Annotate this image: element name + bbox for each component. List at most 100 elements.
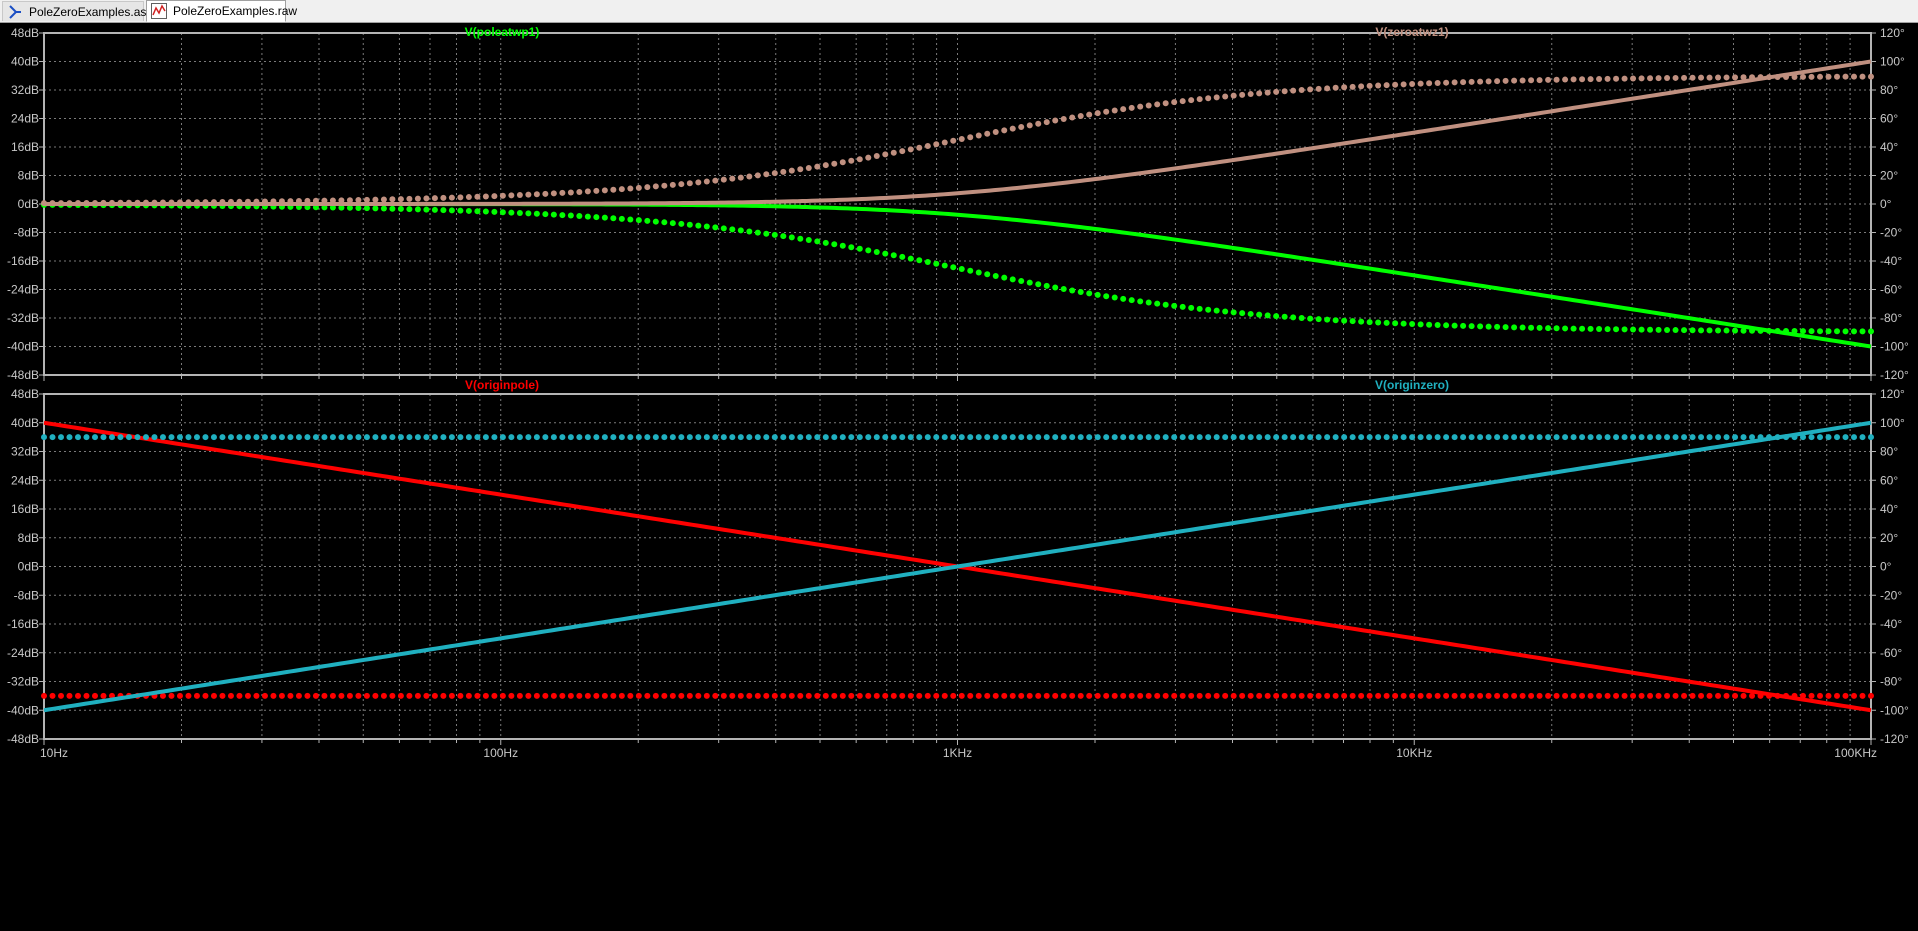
phase-point [193, 199, 200, 206]
phase-point [1230, 692, 1237, 699]
phase-point [1383, 319, 1390, 326]
phase-point [1043, 119, 1050, 126]
phase-point [1502, 324, 1509, 331]
phase-point [261, 198, 268, 205]
phase-point [236, 692, 243, 699]
phase-point [618, 215, 625, 222]
phase-point [601, 434, 608, 441]
phase-point [1094, 434, 1101, 441]
phase-point [780, 168, 787, 175]
phase-point [856, 156, 863, 163]
phase-point [1196, 434, 1203, 441]
trace-label: V(originzero) [1375, 378, 1449, 392]
phase-point [1196, 305, 1203, 312]
phase-point [856, 692, 863, 699]
phase-point [380, 434, 387, 441]
bode-plot-canvas[interactable]: 48dB 40dB 32dB 24dB 16dB 8dB 0dB -8dB -16dB -24dB… [0, 23, 1918, 931]
phase-point [1230, 92, 1237, 99]
phase-point [1638, 326, 1645, 333]
y2-tick-label: -120° [1880, 732, 1909, 746]
phase-point [1256, 434, 1263, 441]
phase-point [933, 434, 940, 441]
phase-point [1205, 434, 1212, 441]
phase-point [1375, 692, 1382, 699]
y-tick-label: 0dB [18, 560, 39, 574]
phase-point [1698, 327, 1705, 334]
phase-point [1842, 328, 1849, 335]
phase-point [984, 130, 991, 137]
y2-tick-label: 100° [1880, 55, 1905, 69]
phase-point [244, 198, 251, 205]
phase-point [236, 434, 243, 441]
phase-point [1307, 692, 1314, 699]
phase-point [797, 692, 804, 699]
phase-point [1171, 99, 1178, 106]
phase-point [1562, 325, 1569, 332]
phase-point [210, 434, 217, 441]
phase-point [754, 434, 761, 441]
phase-point [703, 434, 710, 441]
phase-point [1188, 304, 1195, 311]
phase-point [1111, 294, 1118, 301]
phase-point [975, 269, 982, 276]
phase-point [202, 434, 209, 441]
phase-point [593, 187, 600, 194]
phase-point [1834, 73, 1841, 80]
phase-point [754, 692, 761, 699]
phase-point [287, 198, 294, 205]
phase-point [771, 231, 778, 238]
phase-point [1018, 434, 1025, 441]
phase-point [686, 180, 693, 187]
phase-point [1434, 692, 1441, 699]
phase-point [882, 692, 889, 699]
tab-schematic[interactable]: PoleZeroExamples.asc [2, 1, 152, 21]
phase-point [1740, 74, 1747, 81]
phase-point [142, 434, 149, 441]
phase-point [1018, 123, 1025, 130]
phase-point [1808, 434, 1815, 441]
phase-point [601, 187, 608, 194]
phase-point [924, 692, 931, 699]
phase-point [1111, 107, 1118, 114]
phase-point [499, 209, 506, 216]
phase-point [1035, 434, 1042, 441]
phase-point [1613, 692, 1620, 699]
phase-point [74, 200, 81, 207]
phase-point [1426, 321, 1433, 328]
phase-point [1341, 692, 1348, 699]
phase-point [1086, 692, 1093, 699]
phase-point [1128, 692, 1135, 699]
phase-point [601, 692, 608, 699]
phase-point [1341, 317, 1348, 324]
phase-point [295, 198, 302, 205]
tab-waveform[interactable]: PoleZeroExamples.raw [146, 0, 297, 22]
phase-point [465, 692, 472, 699]
phase-point [1256, 90, 1263, 97]
phase-point [1851, 328, 1857, 335]
phase-point [678, 692, 685, 699]
phase-point [1749, 74, 1756, 81]
phase-point [1749, 434, 1756, 441]
phase-point [1443, 434, 1450, 441]
phase-point [1043, 434, 1050, 441]
phase-point [185, 434, 192, 441]
phase-point [83, 692, 90, 699]
phase-point [576, 213, 583, 220]
phase-point [440, 194, 447, 201]
y-tick-label: 24dB [11, 473, 39, 487]
phase-point [1375, 319, 1382, 326]
phase-point [916, 257, 923, 264]
phase-point [1664, 326, 1671, 333]
waveform-viewer[interactable]: 48dB 40dB 32dB 24dB 16dB 8dB 0dB -8dB -16dB -24dB… [0, 23, 1918, 931]
phase-point [550, 434, 557, 441]
phase-point [1460, 322, 1467, 329]
phase-point [1834, 692, 1841, 699]
phase-point [669, 692, 676, 699]
phase-point [958, 692, 965, 699]
phase-point [644, 184, 651, 191]
phase-point [380, 205, 387, 212]
phase-point [312, 197, 319, 204]
phase-point [737, 227, 744, 234]
phase-point [1604, 75, 1611, 82]
phase-point [584, 434, 591, 441]
